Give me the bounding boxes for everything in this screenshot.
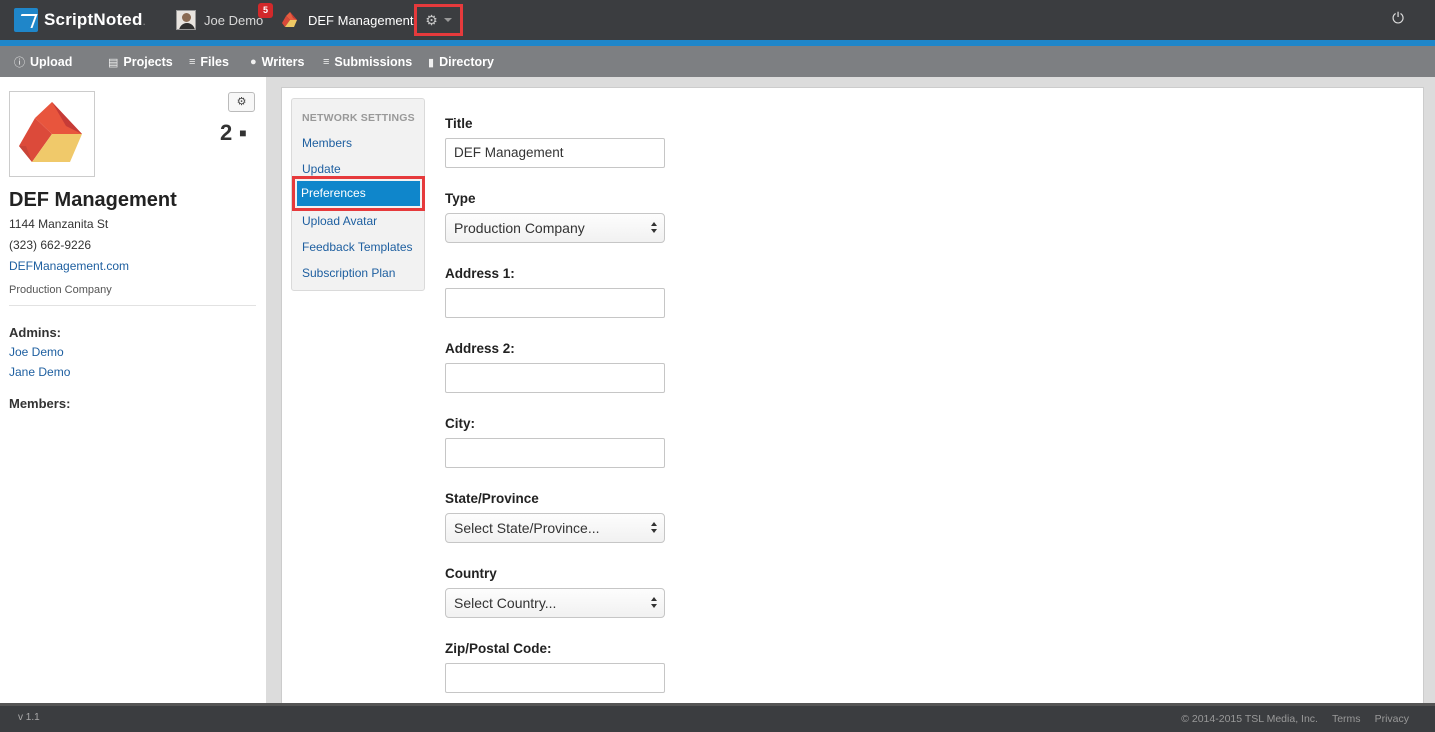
type-select[interactable]: Production Company — [445, 213, 665, 243]
nav-writers[interactable]: ● Writers — [250, 54, 305, 70]
org-settings-button[interactable]: ⚙ — [228, 92, 255, 112]
settings-nav-heading: NETWORK SETTINGS — [302, 112, 415, 124]
type-label: Type — [445, 191, 476, 206]
layers-icon: ≡ — [323, 56, 330, 68]
settings-nav-feedback-templates[interactable]: Feedback Templates — [302, 240, 413, 254]
org-menu[interactable]: DEF Management — [280, 9, 414, 31]
footer: v 1.1 © 2014-2015 TSL Media, Inc. Terms … — [0, 703, 1435, 732]
folder-icon: ▤ — [108, 56, 119, 69]
address2-label: Address 2: — [445, 341, 515, 356]
org-avatar — [9, 91, 95, 177]
admin-link[interactable]: Joe Demo — [9, 345, 64, 359]
select-arrows-icon — [651, 222, 658, 234]
user-menu[interactable]: Joe Demo — [176, 9, 263, 31]
nav-submissions[interactable]: ≡ Submissions — [323, 54, 412, 70]
org-logo-icon — [19, 102, 82, 162]
user-icon: ● — [250, 56, 257, 68]
org-name: DEF Management — [308, 12, 414, 28]
title-label: Title — [445, 116, 473, 131]
nav-files[interactable]: ≡ Files — [189, 54, 229, 70]
user-name: Joe Demo — [204, 12, 264, 28]
country-select[interactable]: Select Country... — [445, 588, 665, 618]
upload-icon: ⓘ — [14, 57, 25, 69]
type-select-value: Production Company — [454, 220, 585, 236]
person-icon: ■ — [239, 126, 247, 140]
book-icon: ▮ — [428, 56, 435, 69]
brand-name: ScriptNoted. — [44, 10, 147, 29]
zip-label: Zip/Postal Code: — [445, 641, 552, 656]
address1-label: Address 1: — [445, 266, 515, 281]
notification-badge[interactable]: 5 — [258, 3, 273, 18]
country-label: Country — [445, 566, 497, 581]
org-title: DEF Management — [9, 189, 177, 211]
country-select-value: Select Country... — [454, 595, 557, 611]
org-profile-sidebar: ⚙ 2 ■ DEF Management 1144 Manzanita St (… — [0, 77, 266, 703]
settings-nav-upload-avatar[interactable]: Upload Avatar — [302, 214, 377, 228]
settings-nav-subscription-plan[interactable]: Subscription Plan — [302, 266, 395, 280]
settings-nav-members[interactable]: Members — [302, 136, 352, 150]
gear-icon: ⚙ — [425, 11, 438, 28]
settings-dropdown-button[interactable]: ⚙ — [414, 4, 463, 36]
nav-projects[interactable]: ▤ Projects — [108, 54, 173, 70]
org-type: Production Company — [9, 284, 112, 296]
copyright-text: © 2014-2015 TSL Media, Inc. — [1181, 713, 1318, 725]
brand-logo-link[interactable]: ScriptNoted. — [14, 7, 146, 33]
power-icon[interactable]: ⏻ — [1390, 10, 1406, 28]
org-address: 1144 Manzanita St — [9, 217, 109, 231]
state-select[interactable]: Select State/Province... — [445, 513, 665, 543]
settings-nav-update[interactable]: Update — [302, 162, 341, 176]
select-arrows-icon — [651, 597, 658, 609]
org-website-link[interactable]: DEFManagement.com — [9, 259, 129, 273]
org-logo-small-icon — [282, 12, 297, 27]
privacy-link[interactable]: Privacy — [1375, 713, 1409, 725]
nav-upload[interactable]: ⓘ Upload — [14, 54, 72, 70]
select-arrows-icon — [651, 522, 658, 534]
scriptnoted-logo-icon — [14, 8, 38, 32]
highlight-box — [292, 176, 425, 211]
city-input[interactable] — [445, 438, 665, 468]
city-label: City: — [445, 416, 475, 431]
state-label: State/Province — [445, 491, 539, 506]
address2-input[interactable] — [445, 363, 665, 393]
address1-input[interactable] — [445, 288, 665, 318]
member-count: 2 ■ — [220, 120, 247, 145]
footer-links: © 2014-2015 TSL Media, Inc. Terms Privac… — [1181, 713, 1409, 725]
admin-link[interactable]: Jane Demo — [9, 365, 70, 379]
caret-down-icon — [443, 18, 452, 22]
admins-heading: Admins: — [9, 325, 61, 340]
members-heading: Members: — [9, 396, 71, 411]
state-select-value: Select State/Province... — [454, 520, 600, 536]
nav-directory[interactable]: ▮ Directory — [428, 54, 494, 70]
version-label: v 1.1 — [18, 712, 40, 723]
user-avatar — [176, 10, 196, 30]
layers-icon: ≡ — [189, 56, 196, 68]
divider — [9, 305, 256, 306]
gear-icon: ⚙ — [236, 96, 247, 108]
title-input[interactable]: DEF Management — [445, 138, 665, 168]
terms-link[interactable]: Terms — [1332, 713, 1361, 725]
org-phone: (323) 662-9226 — [9, 238, 92, 252]
zip-input[interactable] — [445, 663, 665, 693]
secondary-navbar: ⓘ Upload ▤ Projects ≡ Files ● Writers ≡ Submi… — [0, 46, 1435, 77]
